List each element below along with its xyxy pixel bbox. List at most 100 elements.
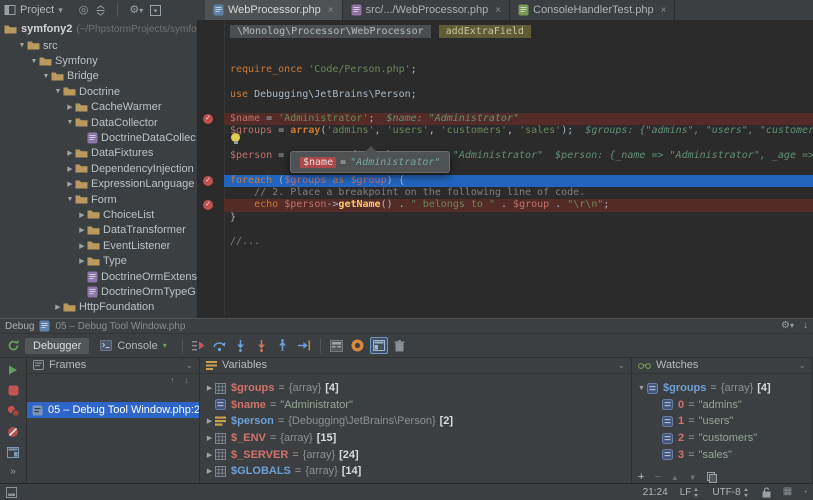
step-over-icon[interactable] <box>211 337 229 354</box>
chevron-right-icon[interactable]: ▶ <box>204 384 215 392</box>
close-icon[interactable]: × <box>328 5 334 16</box>
code-line[interactable]: ✓ echo $person->getName() . " belongs to… <box>198 199 813 212</box>
php-console-icon[interactable] <box>349 337 367 354</box>
tree-item-datacollector[interactable]: ▼ DataCollector <box>0 115 197 130</box>
step-out-icon[interactable] <box>274 337 292 354</box>
variable-row[interactable]: $name = "Administrator" <box>200 397 631 414</box>
restore-layout-icon[interactable] <box>7 447 19 458</box>
tree-item-type[interactable]: ▶ Type <box>0 253 197 268</box>
chevron-right-icon[interactable]: ▶ <box>77 257 87 265</box>
trash-icon[interactable] <box>391 337 409 354</box>
mute-breakpoints-icon[interactable] <box>7 426 19 438</box>
chevron-right-icon[interactable]: ▶ <box>77 242 87 250</box>
tree-item-doctrinedatacollec[interactable]: DoctrineDataCollec <box>0 130 197 145</box>
debug-tab-console[interactable]: Console ▾ <box>92 338 174 354</box>
resume-icon[interactable] <box>7 364 19 376</box>
tree-item-form[interactable]: ▼ Form <box>0 192 197 207</box>
code-line[interactable]: $groups = array('admins', 'users', 'cust… <box>198 125 813 137</box>
chevron-right-icon[interactable]: ▶ <box>65 180 75 188</box>
tree-item-doctrine[interactable]: ▼ Doctrine <box>0 84 197 99</box>
code-line[interactable]: // 2. Place a breakpoint on the followin… <box>198 187 813 199</box>
watch-child-row[interactable]: 2 = "customers" <box>632 430 812 447</box>
chevron-down-icon[interactable]: ▼ <box>53 88 63 95</box>
variable-row[interactable]: ▶ $_ENV = {array} [15] <box>200 430 631 447</box>
project-panel-icon[interactable] <box>4 4 16 16</box>
tree-item-src[interactable]: ▼ src <box>0 38 197 53</box>
watch-child-row[interactable]: 1 = "users" <box>632 413 812 430</box>
code-line[interactable]: } <box>198 212 813 224</box>
code-line[interactable] <box>198 132 813 150</box>
code-line[interactable]: require_once 'Code/Person.php'; <box>198 64 813 76</box>
chevron-down-icon[interactable]: ▼ <box>65 119 75 126</box>
chevron-down-icon[interactable]: ▼ <box>41 73 51 80</box>
context-method-badge[interactable]: addExtraField <box>438 25 531 38</box>
chevron-down-icon[interactable]: ▾ <box>58 5 63 16</box>
move-up-icon[interactable]: ▲ <box>671 473 679 482</box>
tree-item-symfony[interactable]: ▼ Symfony <box>0 53 197 68</box>
project-panel-label[interactable]: Project <box>20 4 54 16</box>
toolwindow-toggle-icon[interactable] <box>6 486 17 498</box>
editor-tab[interactable]: src/.../WebProcessor.php × <box>343 0 511 20</box>
panel-options-icon[interactable]: ⌄ <box>617 360 625 371</box>
breakpoint-icon[interactable]: ✓ <box>203 200 213 211</box>
remove-watch-icon[interactable]: − <box>654 472 660 483</box>
debug-tab-debugger[interactable]: Debugger <box>25 337 90 354</box>
chevron-right-icon[interactable]: ▶ <box>77 211 87 219</box>
frame-down-icon[interactable]: ↓ <box>185 376 190 385</box>
close-icon[interactable]: × <box>495 5 501 16</box>
copy-icon[interactable] <box>706 472 717 483</box>
tree-item-choicelist[interactable]: ▶ ChoiceList <box>0 207 197 222</box>
hide-panel-icon[interactable] <box>150 4 162 16</box>
add-console-icon[interactable]: ▾ <box>163 341 167 350</box>
breakpoint-icon[interactable]: ✓ <box>203 175 213 186</box>
tree-item-datatransformer[interactable]: ▶ DataTransformer <box>0 223 197 238</box>
variable-row[interactable]: ▶ $person = {Debugging\JetBrains\Person} [2] <box>200 413 631 430</box>
tree-root-row[interactable]: symfony2 (~/PhpstormProjects/symfo <box>0 20 197 38</box>
layout-settings-icon[interactable] <box>369 337 388 354</box>
add-watch-icon[interactable]: + <box>638 472 644 483</box>
move-down-icon[interactable]: ▼ <box>689 473 697 482</box>
collapse-all-icon[interactable] <box>95 4 106 16</box>
view-breakpoints-icon[interactable] <box>7 405 20 417</box>
step-into-icon[interactable] <box>232 337 250 354</box>
panel-options-icon[interactable]: ⌄ <box>798 360 806 371</box>
tree-item-httpfoundation[interactable]: ▶ HttpFoundation <box>0 300 197 315</box>
show-execution-point-icon[interactable] <box>190 337 208 354</box>
panel-options-icon[interactable]: ⌄ <box>185 360 193 371</box>
tree-item-expressionlanguage[interactable]: ▶ ExpressionLanguage <box>0 177 197 192</box>
line-separator-selector[interactable]: LF <box>680 487 701 498</box>
variable-row[interactable]: ▶ $GLOBALS = {array} [14] <box>200 463 631 480</box>
tree-item-cachewarmer[interactable]: ▶ CacheWarmer <box>0 100 197 115</box>
chevron-right-icon[interactable]: ▶ <box>53 303 63 311</box>
run-to-cursor-icon[interactable] <box>295 337 313 354</box>
variable-row[interactable]: ▶ $groups = {array} [4] <box>200 380 631 397</box>
editor[interactable]: \Monolog\Processor\WebProcessor addExtra… <box>198 20 813 318</box>
execution-line[interactable]: ✓ foreach ($groups as $group) { <box>198 174 813 187</box>
breakpoint-icon[interactable]: ✓ <box>203 114 213 125</box>
chevron-right-icon[interactable]: ▶ <box>65 103 75 111</box>
gear-icon[interactable]: ⚙ ▾ <box>781 321 794 331</box>
chevrons-icon[interactable]: » <box>10 467 16 477</box>
chevron-right-icon[interactable]: ▶ <box>65 149 75 157</box>
watch-child-row[interactable]: 3 = "sales" <box>632 446 812 463</box>
tree-item-doctrineormextens[interactable]: DoctrineOrmExtens <box>0 269 197 284</box>
close-icon[interactable]: × <box>661 5 667 16</box>
scroll-to-source-icon[interactable]: ◎ <box>79 4 89 16</box>
tree-item-bridge[interactable]: ▼ Bridge <box>0 69 197 84</box>
code-line[interactable] <box>198 76 813 88</box>
tree-item-dependencyinjection[interactable]: ▶ DependencyInjection <box>0 161 197 176</box>
code-line[interactable] <box>198 224 813 236</box>
editor-tab[interactable]: WebProcessor.php × <box>205 0 343 20</box>
stop-icon[interactable] <box>8 385 19 396</box>
tree-item-eventlistener[interactable]: ▶ EventListener <box>0 238 197 253</box>
tree-item-datafixtures[interactable]: ▶ DataFixtures <box>0 146 197 161</box>
editor-tab[interactable]: ConsoleHandlerTest.php × <box>510 0 676 20</box>
code-line[interactable]: //... <box>198 236 813 248</box>
code-line[interactable]: use Debugging\JetBrains\Person; <box>198 89 813 101</box>
encoding-selector[interactable]: UTF-8 <box>712 487 749 498</box>
chevron-right-icon[interactable]: ▶ <box>204 417 215 425</box>
chevron-right-icon[interactable]: ▶ <box>204 451 215 459</box>
chevron-down-icon[interactable]: ▼ <box>29 58 39 65</box>
chevron-right-icon[interactable]: ▶ <box>204 467 215 475</box>
caret-position[interactable]: 21:24 <box>643 487 668 498</box>
